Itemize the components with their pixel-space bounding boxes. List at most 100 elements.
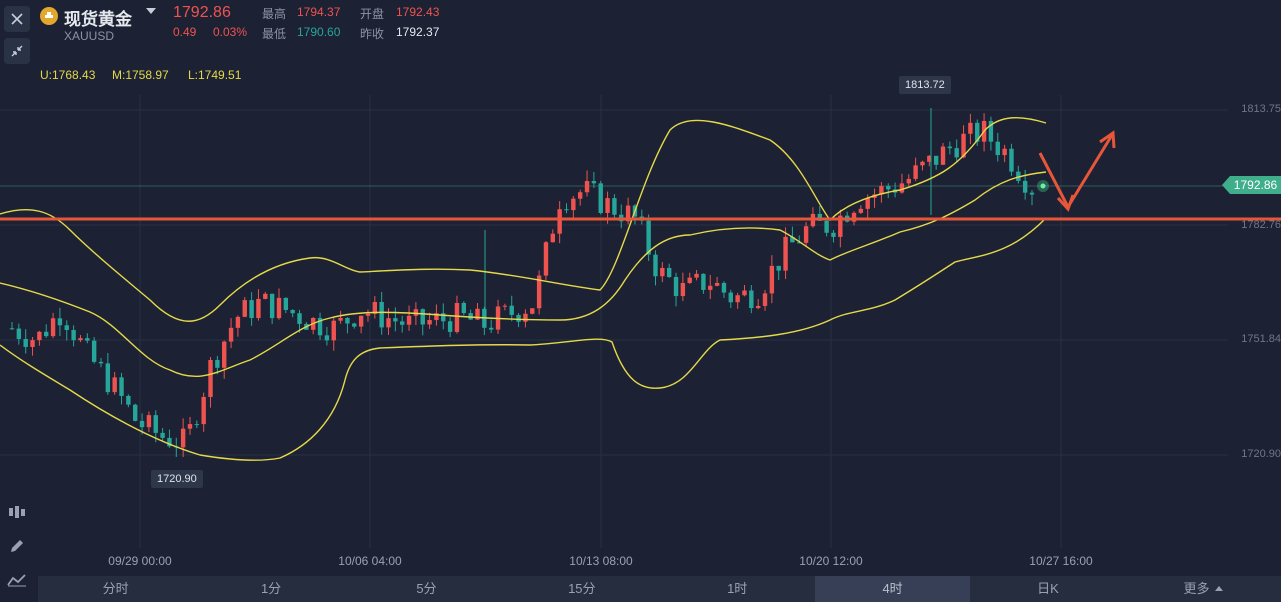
- candle-body: [933, 155, 939, 165]
- candle-body: [694, 273, 699, 278]
- candle-body: [577, 192, 583, 199]
- current-price: 1792.86: [173, 4, 231, 21]
- candle-body: [550, 233, 556, 243]
- candle-body: [153, 415, 158, 433]
- candle-body: [249, 300, 254, 319]
- candle-body: [180, 428, 186, 448]
- candle-body: [762, 293, 768, 306]
- candle-body: [646, 220, 651, 255]
- forecast-arrow: [1038, 134, 1114, 211]
- candle-body: [187, 424, 193, 429]
- price-change: 0.49: [173, 25, 197, 39]
- candle-body: [276, 297, 282, 319]
- candle-body: [454, 302, 460, 332]
- candle-body: [516, 314, 521, 322]
- candle-body: [146, 415, 152, 428]
- open-value: 1792.43: [396, 5, 440, 19]
- timeframe-bar: 分时 1分 5分 15分 1时 4时 日K 更多: [38, 576, 1281, 602]
- candle-body: [78, 338, 83, 341]
- candle-body: [256, 298, 261, 319]
- candle-body: [160, 432, 165, 438]
- candle-body: [543, 242, 549, 276]
- candle-body: [769, 265, 775, 294]
- chart-type-button[interactable]: [4, 567, 30, 593]
- x-tick-label: 10/06 04:00: [338, 554, 402, 568]
- candle-body: [947, 146, 953, 149]
- tab-timeframe-5m[interactable]: 5分: [349, 576, 504, 602]
- candle-body: [50, 318, 56, 337]
- instrument-symbol: XAUUSD: [64, 29, 115, 43]
- tab-timeframe-4h[interactable]: 4时: [814, 576, 971, 602]
- candle-body: [530, 308, 535, 314]
- candle-body: [783, 236, 788, 271]
- more-label: 更多: [1183, 581, 1210, 596]
- candle-body: [906, 178, 911, 184]
- tab-timeframe-15m[interactable]: 15分: [504, 576, 659, 602]
- candle-body: [612, 198, 617, 215]
- candle-body: [345, 317, 350, 324]
- max-price-tag: 1813.72: [899, 76, 951, 94]
- high-value: 1794.37: [297, 5, 341, 19]
- candle-body: [708, 285, 713, 290]
- chevron-down-icon[interactable]: [146, 8, 156, 14]
- candle-body: [886, 186, 891, 190]
- close-icon: [11, 13, 23, 25]
- indicator-button[interactable]: [4, 499, 30, 525]
- candle-body: [523, 313, 528, 322]
- candle-body: [755, 305, 761, 309]
- draw-button[interactable]: [4, 533, 30, 559]
- candle-body: [824, 220, 829, 233]
- candle-body: [557, 209, 562, 234]
- low-value: 1790.60: [297, 25, 341, 39]
- candle-body: [242, 300, 247, 317]
- candle-body: [920, 161, 925, 166]
- candle-body: [64, 325, 69, 330]
- candle-body: [44, 331, 49, 337]
- x-tick-label: 10/13 08:00: [569, 554, 633, 568]
- candle-body: [201, 396, 206, 425]
- tab-timeframe-1m[interactable]: 1分: [193, 576, 348, 602]
- candle-body: [126, 395, 131, 405]
- collapse-button[interactable]: [4, 38, 30, 64]
- candle-body: [447, 321, 453, 332]
- candle-body: [393, 318, 398, 322]
- candle-body: [865, 197, 870, 209]
- candle-body: [441, 313, 446, 322]
- candle-body: [406, 315, 412, 325]
- candle-body: [509, 305, 514, 315]
- candle-body: [420, 309, 425, 325]
- instrument-title[interactable]: 现货黄金: [64, 5, 132, 30]
- candle-body: [16, 328, 22, 339]
- candle-body: [728, 292, 733, 303]
- open-label: 开盘: [360, 7, 385, 21]
- candle-body: [85, 338, 90, 341]
- candle-body: [290, 309, 295, 314]
- candle-body: [584, 181, 590, 193]
- pencil-icon: [11, 540, 23, 552]
- tab-timeframe-1h[interactable]: 1时: [660, 576, 815, 602]
- y-tick-label: 1813.75: [1241, 103, 1281, 115]
- candle-body: [37, 331, 42, 341]
- close-button[interactable]: [4, 6, 30, 32]
- tab-timeframe-tick[interactable]: 分时: [38, 576, 193, 602]
- price-chart[interactable]: [0, 0, 1281, 576]
- candle-body: [400, 321, 405, 325]
- candle-body: [91, 340, 97, 362]
- candle-body: [9, 328, 15, 330]
- candle-body: [1009, 148, 1014, 172]
- candle-body: [413, 309, 419, 316]
- candle-body: [899, 183, 905, 193]
- boll-middle: M:1758.97: [112, 68, 169, 82]
- candle-body: [215, 359, 220, 368]
- min-price-tag: 1720.90: [151, 470, 203, 488]
- candle-body: [461, 302, 467, 314]
- candle-body: [502, 305, 508, 307]
- tab-timeframe-more[interactable]: 更多: [1126, 576, 1281, 602]
- candle-body: [591, 181, 597, 184]
- y-tick-label: 1782.76: [1241, 219, 1281, 231]
- candle-body: [228, 327, 234, 342]
- tab-timeframe-day[interactable]: 日K: [970, 576, 1125, 602]
- candle-body: [564, 209, 569, 211]
- candle-body: [673, 277, 679, 297]
- candle-body: [1029, 192, 1035, 195]
